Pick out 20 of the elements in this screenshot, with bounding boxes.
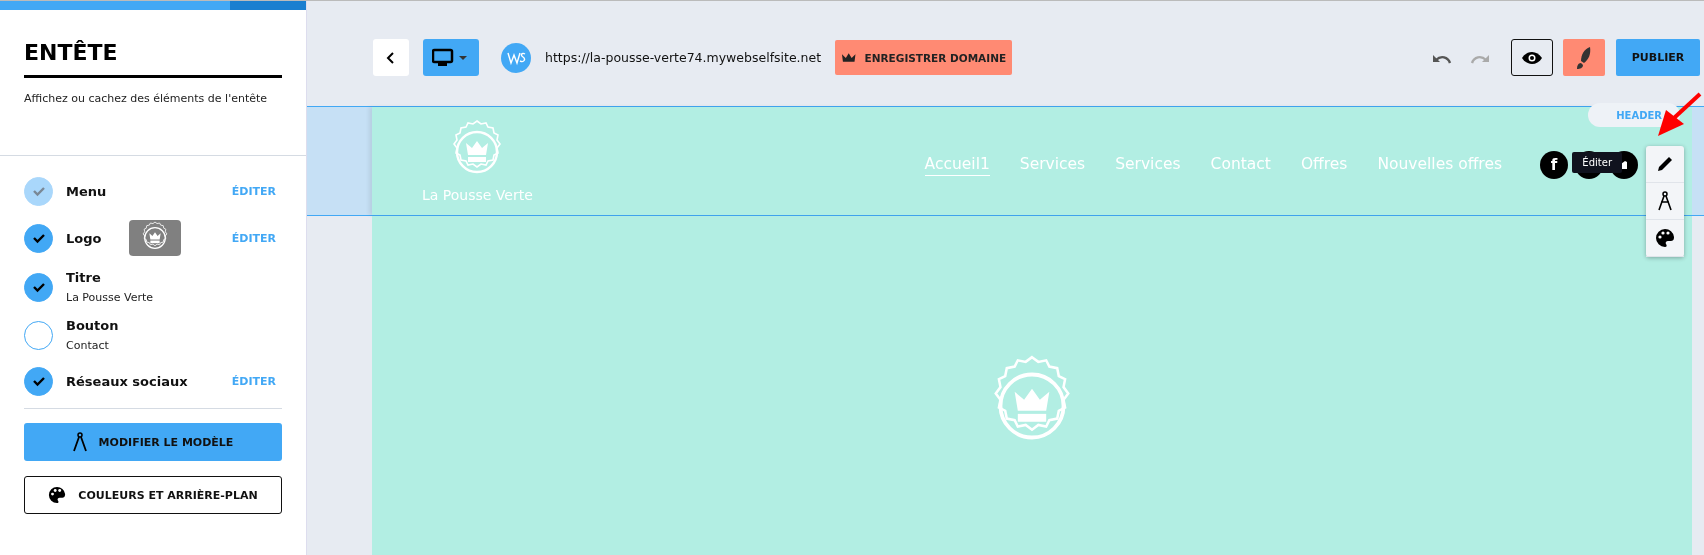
publish-button[interactable]: PUBLIER — [1616, 39, 1700, 76]
facebook-icon[interactable]: f — [1540, 151, 1568, 179]
item-detail: Contact — [66, 339, 110, 352]
register-domain-button[interactable]: ENREGISTRER DOMAINE — [835, 40, 1013, 75]
site-title: La Pousse Verte — [422, 187, 533, 203]
tooltip: Éditer — [1572, 152, 1622, 173]
item-label: Réseaux sociaux — [66, 373, 188, 389]
item-label: Bouton — [66, 318, 119, 333]
colors-button[interactable]: COULEURS ET ARRIÈRE-PLAN — [24, 476, 282, 514]
edit-link[interactable]: ÉDITER — [231, 184, 276, 198]
site-url[interactable]: https://la-pousse-verte74.mywebselfsite.net — [545, 50, 822, 65]
item-label: Titre — [66, 270, 102, 285]
panel-description: Affichez ou cachez des éléments de l'entête — [24, 92, 269, 105]
edit-link[interactable]: ÉDITER — [231, 231, 276, 245]
item-label: Menu — [66, 183, 107, 199]
item-label: Logo — [66, 230, 102, 246]
item-detail: La Pousse Verte — [66, 291, 154, 304]
panel-title: ENTÊTE — [24, 40, 282, 78]
edit-link[interactable]: ÉDITER — [231, 374, 276, 388]
edit-template-button[interactable]: MODIFIER LE MODÈLE — [24, 423, 282, 461]
